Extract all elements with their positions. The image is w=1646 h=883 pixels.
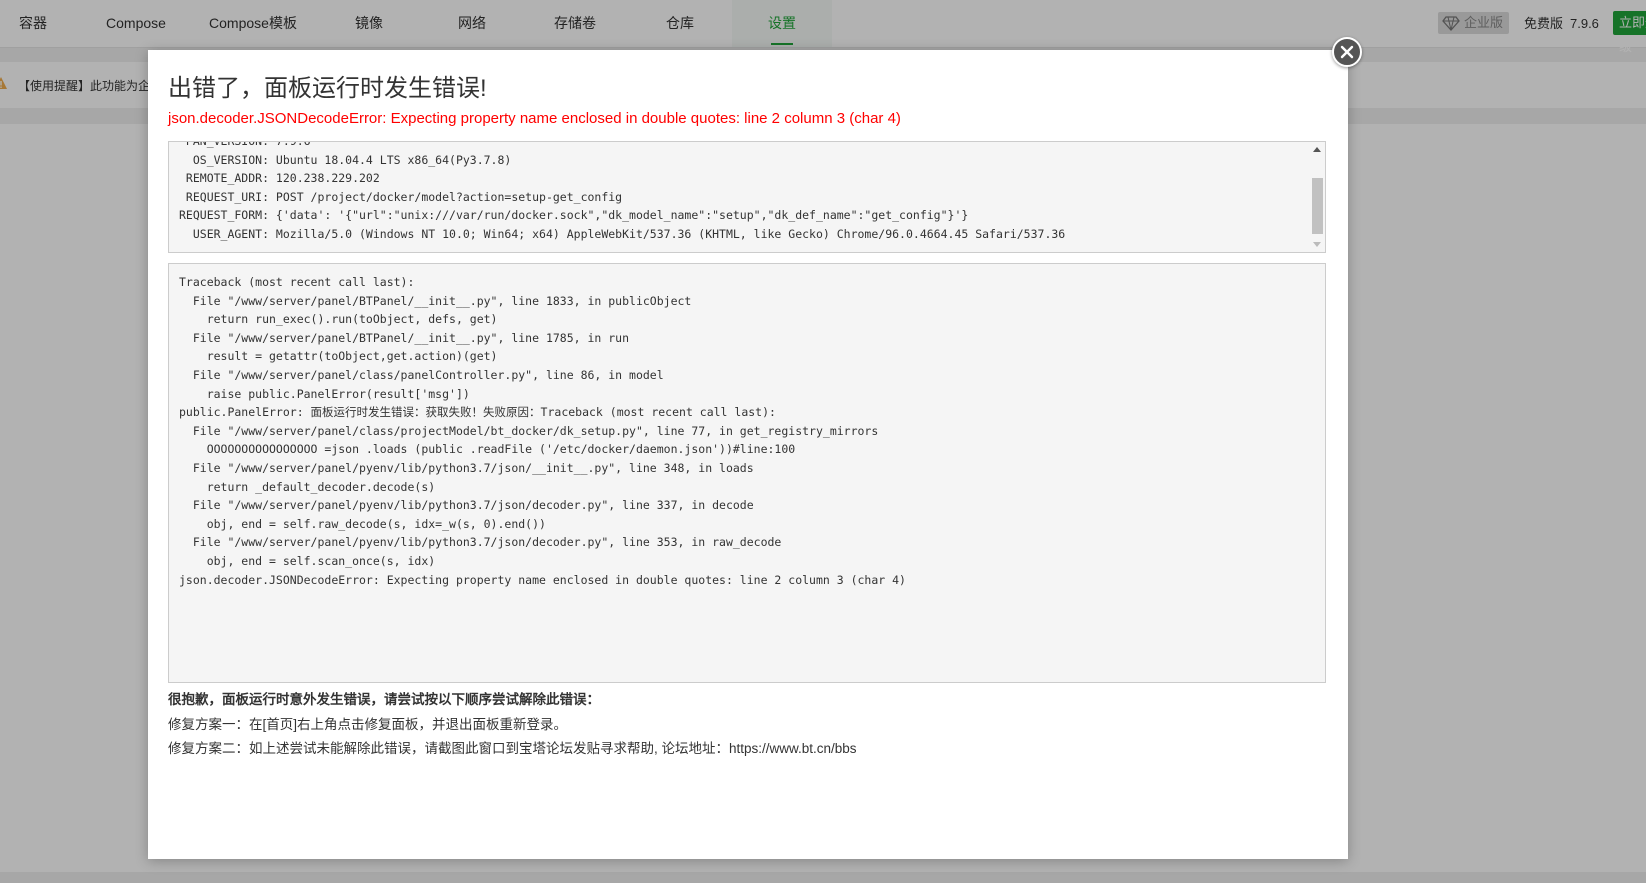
- traceback-line: return run_exec().run(toObject, defs, ge…: [179, 312, 498, 327]
- env-line: OS_VERSION: Ubuntu 18.04.4 LTS x86_64(Py…: [179, 152, 512, 167]
- traceback-line: public.PanelError: 面板运行时发生错误：获取失败！失败原因：T…: [179, 405, 776, 420]
- env-line: REQUEST_FORM: {'data': '{"url":"unix:///…: [179, 208, 969, 223]
- traceback-line: File "/www/server/panel/class/panelContr…: [179, 367, 664, 382]
- help-section: 很抱歉，面板运行时意外发生错误，请尝试按以下顺序尝试解除此错误： 修复方案一：在…: [168, 688, 857, 762]
- traceback-text: Traceback (most recent call last): File …: [179, 273, 906, 589]
- traceback-line: json.decoder.JSONDecodeError: Expecting …: [179, 572, 906, 587]
- traceback-line: return _default_decoder.decode(s): [179, 479, 436, 494]
- traceback-line: OOOOOOOOOOOOOOOO =json .loads (public .r…: [179, 442, 796, 457]
- traceback-line: File "/www/server/panel/class/projectMod…: [179, 423, 879, 438]
- fix-option-two: 修复方案二：如上述尝试未能解除此错误，请截图此窗口到宝塔论坛发贴寻求帮助, 论坛…: [168, 741, 857, 756]
- scroll-thumb[interactable]: [1312, 178, 1323, 234]
- error-dialog: 出错了，面板运行时发生错误! json.decoder.JSONDecodeEr…: [148, 50, 1348, 859]
- dialog-title: 出错了，面板运行时发生错误!: [168, 75, 487, 102]
- environment-scrollbar[interactable]: [1310, 142, 1325, 252]
- env-line: USER_AGENT: Mozilla/5.0 (Windows NT 10.0…: [179, 226, 1066, 241]
- env-line: REMOTE_ADDR: 120.238.229.202: [179, 171, 380, 186]
- environment-info-box[interactable]: PAN_VERSION: 7.9.6 OS_VERSION: Ubuntu 18…: [168, 141, 1326, 253]
- traceback-line: File "/www/server/panel/BTPanel/__init__…: [179, 330, 630, 345]
- fix-option-one: 修复方案一：在[首页]右上角点击修复面板，并退出面板重新登录。: [168, 716, 568, 732]
- traceback-line: File "/www/server/panel/BTPanel/__init__…: [179, 293, 692, 308]
- close-icon: [1340, 45, 1354, 59]
- traceback-line: raise public.PanelError(result['msg']): [179, 386, 470, 401]
- help-title: 很抱歉，面板运行时意外发生错误，请尝试按以下顺序尝试解除此错误：: [168, 692, 600, 707]
- traceback-line: File "/www/server/panel/pyenv/lib/python…: [179, 535, 782, 550]
- traceback-line: result = getattr(toObject,get.action)(ge…: [179, 349, 498, 364]
- traceback-line: File "/www/server/panel/pyenv/lib/python…: [179, 498, 754, 513]
- traceback-line: File "/www/server/panel/pyenv/lib/python…: [179, 460, 754, 475]
- scroll-up-icon[interactable]: [1313, 147, 1321, 152]
- env-line: PAN_VERSION: 7.9.6: [179, 141, 311, 148]
- error-message: json.decoder.JSONDecodeError: Expecting …: [168, 110, 901, 127]
- close-button[interactable]: [1332, 37, 1362, 67]
- traceback-line: obj, end = self.raw_decode(s, idx=_w(s, …: [179, 516, 546, 531]
- traceback-line: obj, end = self.scan_once(s, idx): [179, 553, 436, 568]
- environment-info-text: PAN_VERSION: 7.9.6 OS_VERSION: Ubuntu 18…: [179, 141, 1066, 244]
- scroll-down-icon[interactable]: [1313, 242, 1321, 247]
- env-line: REQUEST_URI: POST /project/docker/model?…: [179, 189, 623, 204]
- traceback-box[interactable]: Traceback (most recent call last): File …: [168, 263, 1326, 683]
- traceback-line: Traceback (most recent call last):: [179, 275, 415, 289]
